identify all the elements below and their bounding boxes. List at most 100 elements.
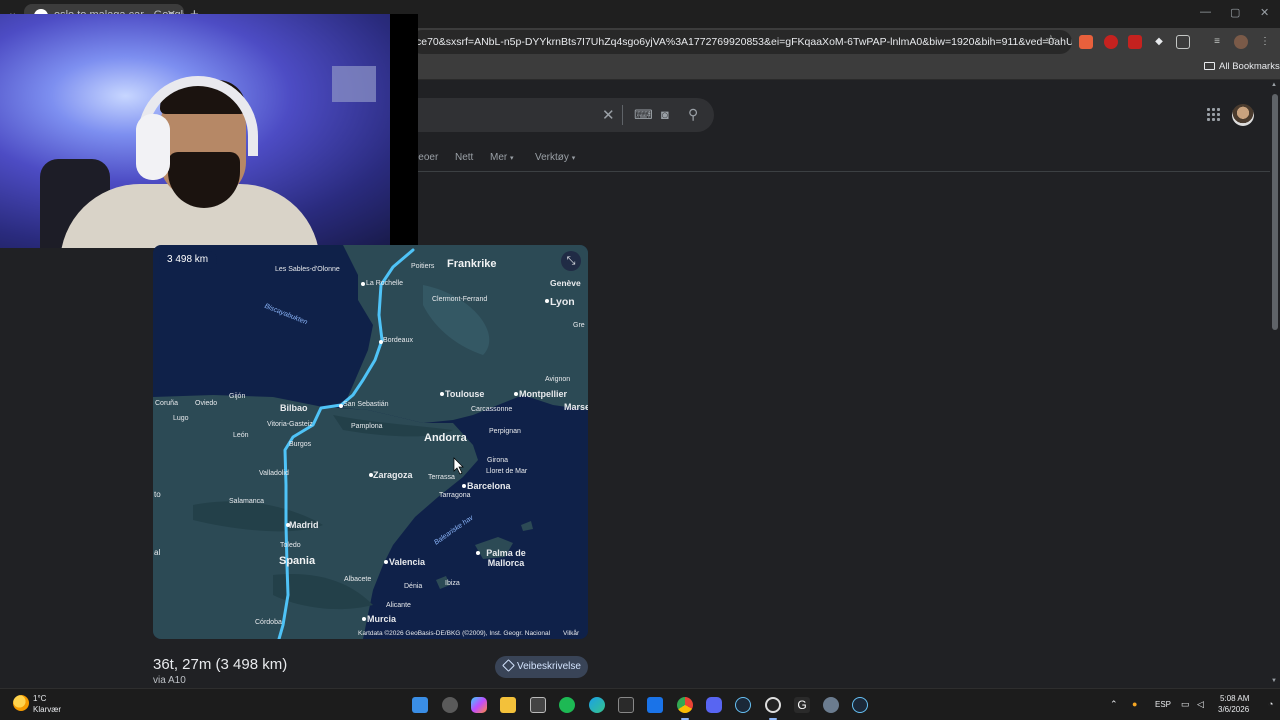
mail-icon[interactable] xyxy=(647,697,663,713)
epic-games-icon[interactable] xyxy=(618,697,634,713)
volume-icon[interactable]: ◁ xyxy=(1197,699,1204,710)
city-albacete: Albacete xyxy=(344,576,372,583)
extension-diamond-icon[interactable]: ◆ xyxy=(1152,35,1166,49)
clear-search-icon[interactable]: ✕ xyxy=(602,106,615,124)
city-salamanca: Salamanca xyxy=(229,498,265,505)
address-bar[interactable]: ce70&sxsrf=ANbL-n5p-DYYkrnBts7I7UhZq4sgo… xyxy=(410,30,1072,54)
route-via: via A10 xyxy=(153,675,186,686)
store-icon[interactable] xyxy=(530,697,546,713)
file-explorer-icon[interactable] xyxy=(500,697,516,713)
city-dot xyxy=(384,560,388,564)
scroll-down-icon[interactable]: ▼ xyxy=(1271,678,1277,684)
close-window-button[interactable]: ✕ xyxy=(1260,6,1269,19)
microphone-icon[interactable]: ● xyxy=(1132,699,1137,709)
extension-mail-icon[interactable] xyxy=(1128,35,1142,49)
search-icon[interactable]: ⚲ xyxy=(688,106,698,123)
clock-date[interactable]: 3/6/2026 xyxy=(1218,705,1249,714)
extension-fox-icon[interactable] xyxy=(1079,35,1093,49)
city-sables: Les Sables-d'Olonne xyxy=(275,266,340,273)
city-cordoba: Córdoba xyxy=(255,619,282,626)
city-lugo: Lugo xyxy=(173,415,189,422)
language-indicator[interactable]: ESP xyxy=(1155,700,1171,709)
menu-dots-icon[interactable]: ⋮ xyxy=(1258,35,1272,49)
city-poitiers: Poitiers xyxy=(411,263,435,270)
edge-icon[interactable] xyxy=(589,697,605,713)
profile-avatar-icon[interactable] xyxy=(1234,35,1248,49)
logitech-icon[interactable]: G xyxy=(794,697,810,713)
city-dot xyxy=(339,404,343,408)
city-madrid: Madrid xyxy=(289,520,319,530)
tray-overflow-icon[interactable]: ⌃ xyxy=(1110,699,1118,710)
city-la-rochelle: La Rochelle xyxy=(366,280,403,287)
tab-tools[interactable]: Verktøy ▾ xyxy=(535,152,575,163)
chrome-icon[interactable] xyxy=(677,697,693,713)
country-label-france: Frankrike xyxy=(447,258,497,270)
city-porto-partial: to xyxy=(154,490,161,499)
city-bordeaux: Bordeaux xyxy=(383,337,413,344)
city-dot xyxy=(379,340,383,344)
google-apps-icon[interactable] xyxy=(1207,108,1221,122)
settings-icon[interactable] xyxy=(442,697,458,713)
city-dot xyxy=(361,282,365,286)
scroll-up-icon[interactable]: ▲ xyxy=(1271,82,1277,88)
steam-icon[interactable] xyxy=(735,697,751,713)
city-dot xyxy=(476,551,480,555)
weather-condition[interactable]: Klarvær xyxy=(33,705,61,714)
copilot-icon[interactable] xyxy=(471,697,487,713)
spotify-icon[interactable] xyxy=(559,697,575,713)
weather-temperature[interactable]: 1°C xyxy=(33,694,46,703)
tab-more[interactable]: Mer ▾ xyxy=(490,152,514,163)
city-oviedo: Oviedo xyxy=(195,400,218,407)
webcam-background-object xyxy=(332,66,376,102)
city-zaragoza: Zaragoza xyxy=(373,470,413,480)
directions-icon xyxy=(502,659,515,672)
city-burgos: Burgos xyxy=(289,441,312,448)
city-valladolid: Valladolid xyxy=(259,470,289,477)
maximize-button[interactable]: ▢ xyxy=(1230,6,1240,19)
distance-badge: 3 498 km xyxy=(159,251,217,269)
all-bookmarks-label: All Bookmarks xyxy=(1219,61,1280,72)
city-dot xyxy=(545,299,549,303)
media-control-icon[interactable]: ≡ xyxy=(1210,35,1224,49)
city-lyon: Lyon xyxy=(550,296,575,308)
windows-start-icon[interactable] xyxy=(412,697,428,713)
weather-sun-icon[interactable] xyxy=(13,695,29,711)
city-leon: León xyxy=(233,432,249,439)
discord-icon[interactable] xyxy=(706,697,722,713)
keyboard-icon[interactable]: ⌨ xyxy=(634,107,653,123)
all-bookmarks-button[interactable]: All Bookmarks xyxy=(1204,61,1280,72)
bookmark-star-icon[interactable]: ☆ xyxy=(1045,32,1057,48)
account-avatar[interactable] xyxy=(1232,104,1254,126)
directions-label: Veibeskrivelse xyxy=(517,661,581,672)
headset-earcup xyxy=(136,114,170,180)
city-terrassa: Terrassa xyxy=(428,474,455,481)
city-dot xyxy=(440,392,444,396)
directions-button[interactable]: Veibeskrivelse xyxy=(495,656,588,678)
collapse-arrows-icon[interactable]: ⤡ xyxy=(561,251,581,271)
city-murcia: Murcia xyxy=(367,614,397,624)
extensions-puzzle-icon[interactable] xyxy=(1176,35,1190,49)
page-scrollbar[interactable]: ▲ ▼ xyxy=(1270,80,1280,688)
route-map[interactable]: Frankrike Spania Andorra Biscayabukten B… xyxy=(153,245,588,639)
steam-icon-2[interactable] xyxy=(852,697,868,713)
city-palma: Palma de Mallorca xyxy=(486,548,526,568)
city-perpignan: Perpignan xyxy=(489,428,521,435)
obs-icon[interactable] xyxy=(765,697,781,713)
notification-bell-icon[interactable]: ◔ xyxy=(1268,699,1273,709)
city-toulouse: Toulouse xyxy=(445,389,485,399)
chevron-down-icon: ▾ xyxy=(510,155,514,162)
tab-web[interactable]: Nett xyxy=(455,152,473,163)
map-terms-link[interactable]: Vilkår xyxy=(563,630,579,637)
extension-red-icon[interactable] xyxy=(1104,35,1118,49)
city-coruna: Coruña xyxy=(155,400,178,407)
city-lloret: Lloret de Mar xyxy=(486,468,528,475)
minimize-button[interactable]: — xyxy=(1200,6,1211,18)
tab-more-label: Mer xyxy=(490,152,508,163)
lens-icon[interactable]: ◙ xyxy=(661,107,669,122)
city-portugal-partial: al xyxy=(154,548,161,557)
clock-time[interactable]: 5:08 AM xyxy=(1220,694,1249,703)
country-label-andorra: Andorra xyxy=(424,432,467,444)
scrollbar-thumb[interactable] xyxy=(1272,94,1278,330)
network-icon[interactable]: ▭ xyxy=(1181,699,1190,710)
gear-icon[interactable] xyxy=(823,697,839,713)
